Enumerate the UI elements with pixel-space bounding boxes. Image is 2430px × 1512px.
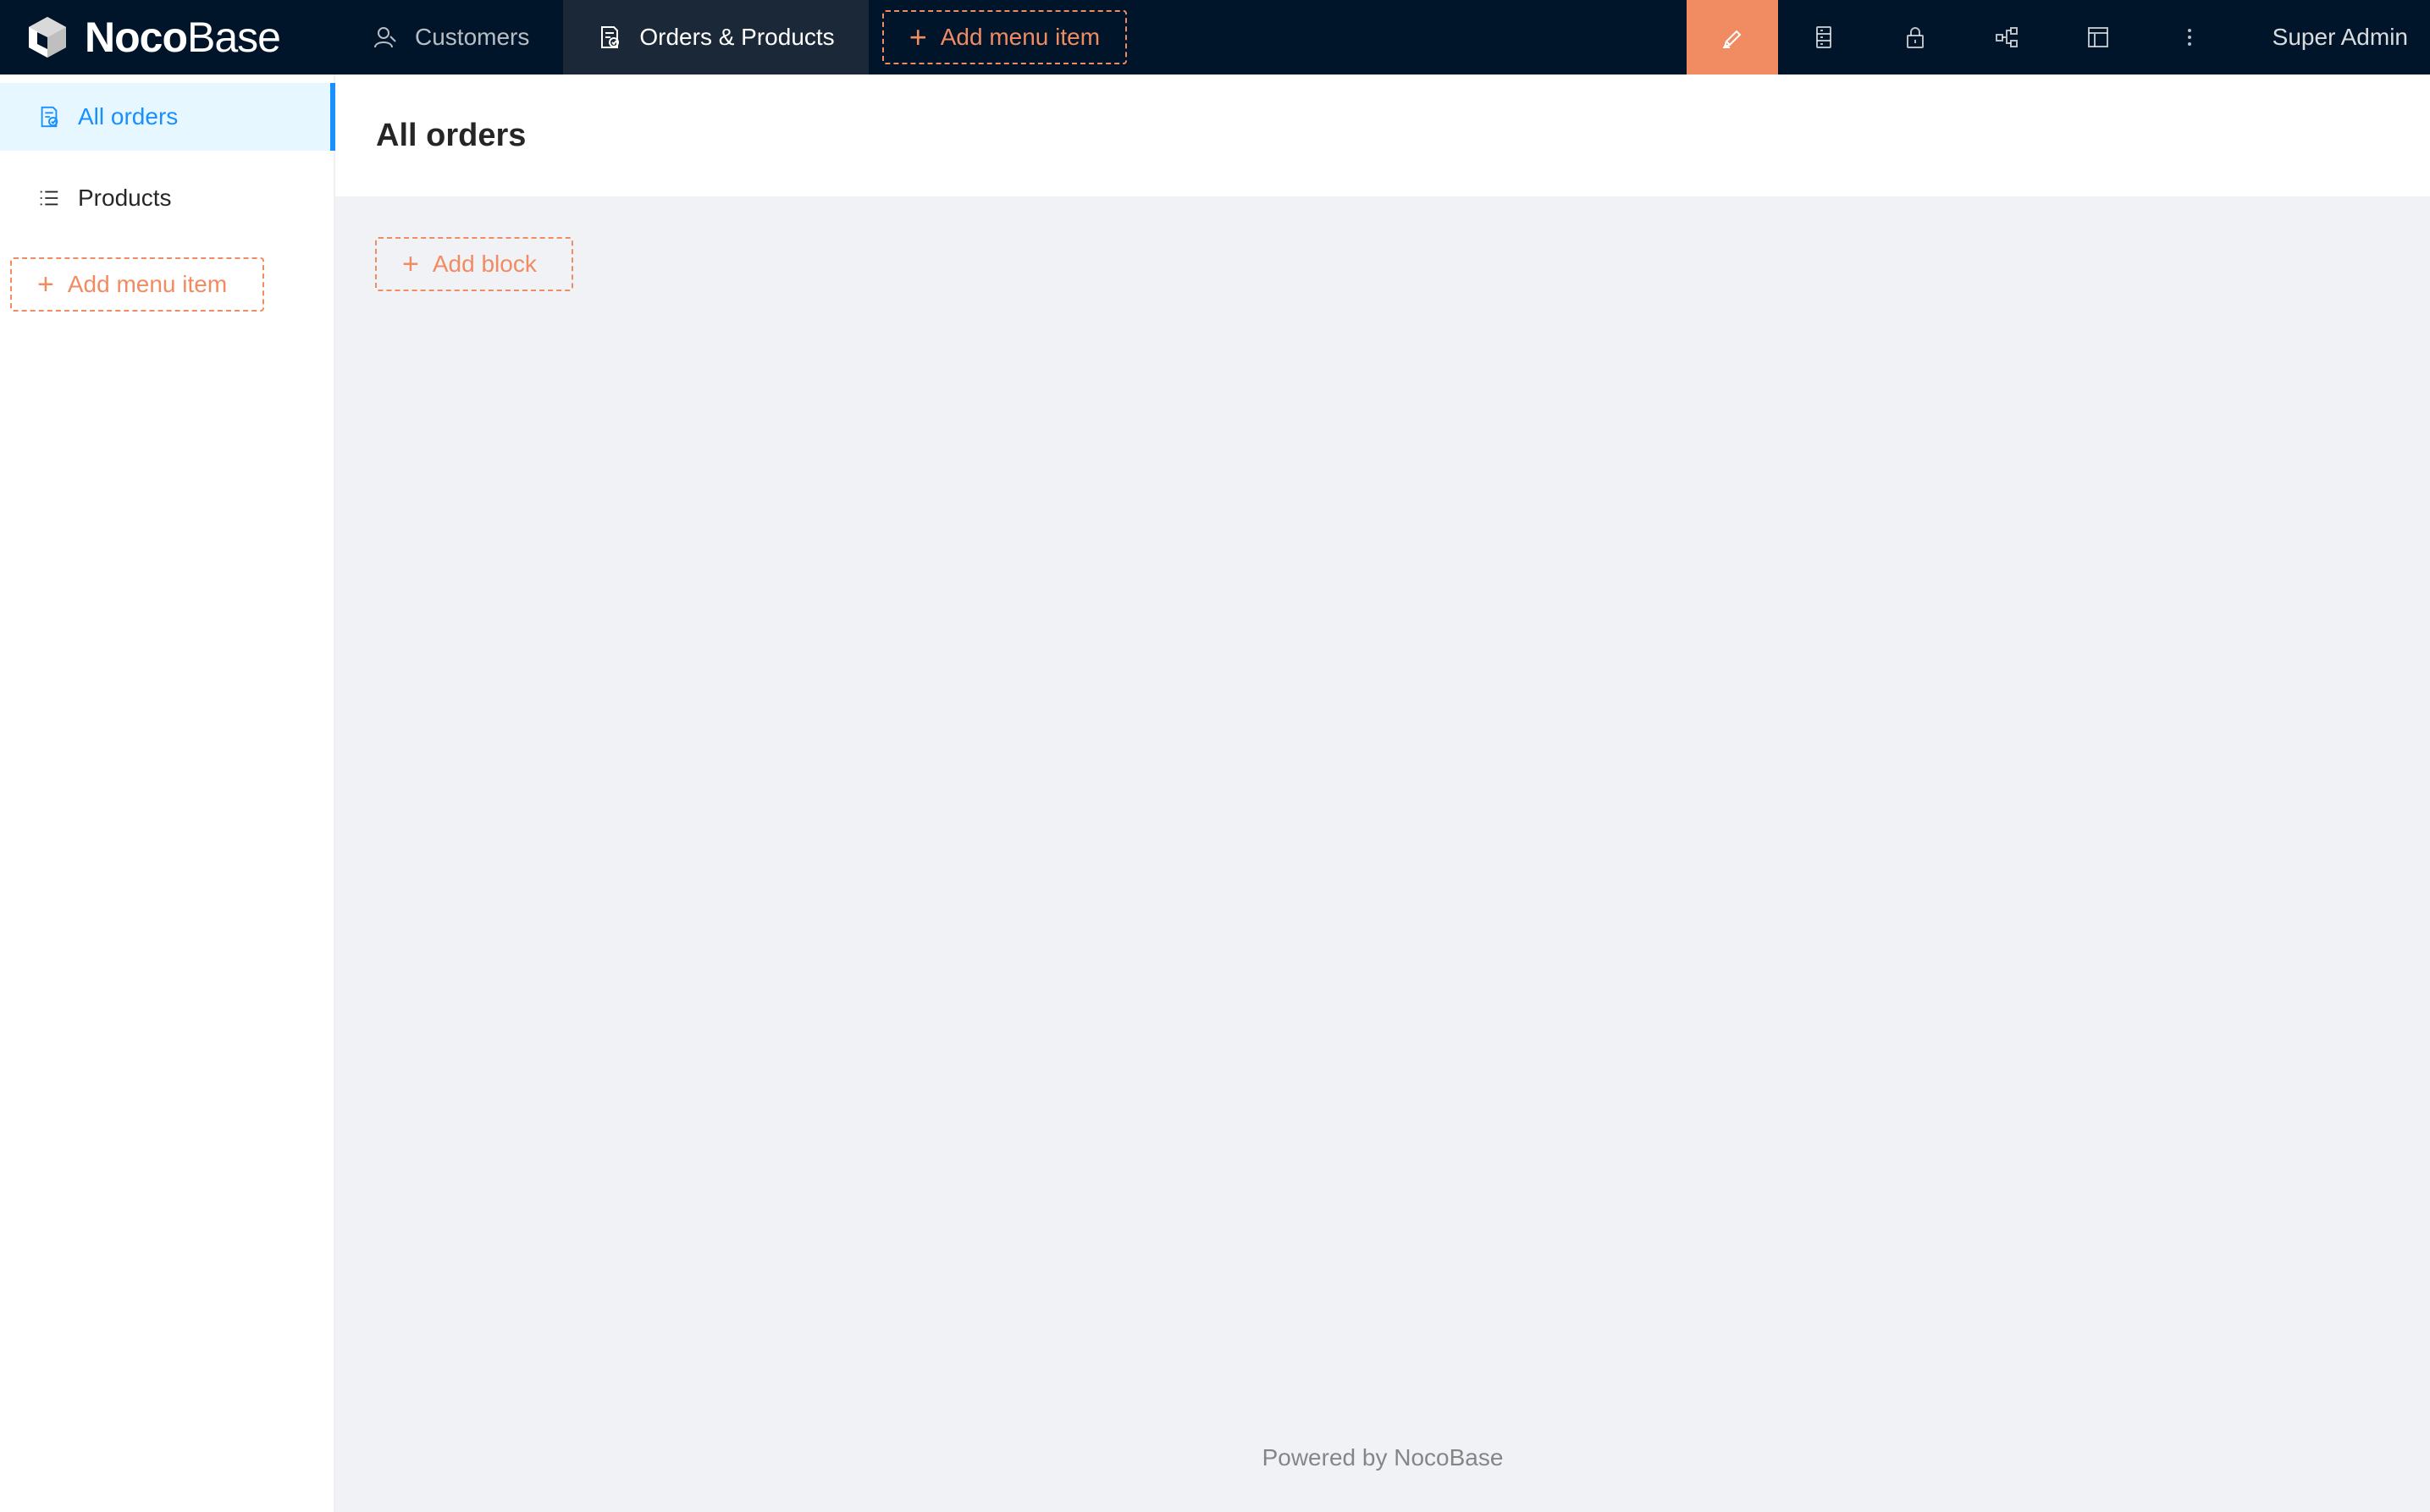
lock-icon xyxy=(1906,27,1924,48)
add-menu-item-label: Add menu item xyxy=(67,271,228,297)
database-icon xyxy=(1815,26,1831,48)
add-menu-item-label: Add menu item xyxy=(940,24,1101,50)
layout-button[interactable] xyxy=(2052,0,2144,74)
file-check-icon xyxy=(41,106,58,128)
plus-icon: + xyxy=(908,19,927,54)
layout-icon xyxy=(2087,27,2108,47)
logo-text-base: Base xyxy=(187,14,281,61)
cube-logo-icon xyxy=(29,17,66,58)
add-sidebar-menu-item-button[interactable]: + Add menu item xyxy=(10,257,264,312)
workflow-button[interactable] xyxy=(1961,0,2052,74)
sidebar-item-label: All orders xyxy=(78,103,179,130)
topnav-item-customers[interactable]: Customers xyxy=(339,0,563,74)
top-header: Noco Base Customers Orders & Products + … xyxy=(0,0,2430,74)
more-icon xyxy=(2187,29,2191,46)
user-menu[interactable]: Super Admin xyxy=(2235,24,2430,51)
plus-icon: + xyxy=(402,247,419,280)
ui-editor-button[interactable] xyxy=(1686,0,1778,74)
add-top-menu-item-button[interactable]: + Add menu item xyxy=(881,10,1128,64)
collections-button[interactable] xyxy=(1778,0,1869,74)
toolbar: Super Admin xyxy=(1686,0,2430,74)
highlight-icon xyxy=(1722,30,1742,48)
add-block-button[interactable]: + Add block xyxy=(375,237,573,291)
add-block-label: Add block xyxy=(432,251,537,277)
sidebar-item-all-orders[interactable]: All orders xyxy=(0,83,335,151)
plus-icon: + xyxy=(37,268,54,301)
topnav-item-label: Customers xyxy=(415,24,530,50)
footer-powered-by: Powered by NocoBase xyxy=(1262,1444,1504,1471)
top-nav: Customers Orders & Products + Add menu i… xyxy=(339,0,1128,74)
more-button[interactable] xyxy=(2144,0,2235,74)
page-header: All orders xyxy=(335,74,2430,196)
workflow-icon xyxy=(1995,27,2018,47)
logo-text-noco: Noco xyxy=(85,14,188,61)
app-root: Noco Base Customers Orders & Products + … xyxy=(0,0,2430,1512)
file-check-icon xyxy=(601,26,620,48)
user-icon xyxy=(374,27,396,48)
sidebar-item-label: Products xyxy=(78,185,172,211)
permissions-button[interactable] xyxy=(1869,0,1961,74)
page-title: All orders xyxy=(376,117,527,153)
topnav-item-label: Orders & Products xyxy=(639,24,835,50)
sidebar: All orders Products + Add menu item xyxy=(0,74,335,1512)
list-icon xyxy=(40,190,58,206)
logo[interactable]: Noco Base xyxy=(0,0,339,74)
sidebar-item-products[interactable]: Products xyxy=(0,164,335,232)
topnav-item-orders-products[interactable]: Orders & Products xyxy=(563,0,869,74)
